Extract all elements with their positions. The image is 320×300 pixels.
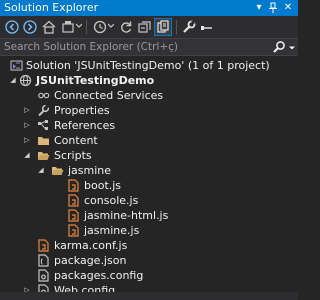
tree-item-jasmine-html-js[interactable]: jasmine-html.js: [0, 208, 298, 223]
tree-item-package-json[interactable]: package.json: [0, 253, 298, 268]
tree-item-label: Content: [54, 134, 98, 147]
search-icon[interactable]: [272, 40, 286, 54]
tree-item-references[interactable]: ▷ References: [0, 118, 298, 133]
js-file-icon: [67, 224, 80, 237]
tree-item-label: console.js: [84, 194, 139, 207]
js-file-icon: [37, 239, 50, 252]
tree-item-label: karma.conf.js: [54, 239, 128, 252]
solution-icon: [10, 59, 23, 72]
pending-changes-icon[interactable]: [92, 19, 108, 35]
refresh-icon[interactable]: [118, 19, 134, 35]
pin-icon[interactable]: [266, 0, 280, 16]
window-menu-dropdown-icon[interactable]: ▾: [252, 0, 266, 16]
tree-item-label: Scripts: [54, 149, 92, 162]
preview-icon[interactable]: [199, 19, 215, 35]
pending-changes-dropdown-icon[interactable]: [108, 22, 114, 30]
solution-view-icon[interactable]: [60, 19, 76, 35]
tree-item-solution[interactable]: Solution 'JSUnitTestingDemo' (1 of 1 pro…: [0, 58, 298, 73]
tree-item-label: packages.config: [54, 269, 144, 282]
open-folder-icon: [51, 164, 64, 177]
js-file-icon: [67, 194, 80, 207]
show-all-files-icon[interactable]: [154, 18, 172, 36]
forward-icon[interactable]: [22, 19, 38, 35]
tree-item-content[interactable]: ▷ Content: [0, 133, 298, 148]
tree-item-scripts[interactable]: ◢ Scripts: [0, 148, 298, 163]
tree-item-jasmine-js[interactable]: jasmine.js: [0, 223, 298, 238]
back-icon[interactable]: [4, 19, 20, 35]
expanded-arrow-icon[interactable]: ◢: [22, 148, 32, 163]
expanded-arrow-icon[interactable]: ◢: [8, 73, 18, 88]
search-input[interactable]: [0, 39, 270, 55]
tree-item-label: jasmine-html.js: [84, 209, 169, 222]
tree-item-label: JSUnitTestingDemo: [36, 74, 155, 87]
tree-item-packages-config[interactable]: packages.config: [0, 268, 298, 283]
wrench-icon: [37, 104, 50, 117]
panel-bottom-edge: [0, 292, 298, 300]
home-icon[interactable]: [41, 19, 57, 35]
tree-item-project[interactable]: ◢ JSUnitTestingDemo: [0, 73, 298, 88]
tree-item-label: Properties: [54, 104, 110, 117]
tree-item-label: package.json: [54, 254, 127, 267]
tree-item-label: jasmine: [68, 164, 112, 177]
tree-item-properties[interactable]: ▷ Properties: [0, 103, 298, 118]
toolbar: [0, 16, 298, 38]
tree-item-label: References: [54, 119, 116, 132]
tree-item-console-js[interactable]: console.js: [0, 193, 298, 208]
collapsed-arrow-icon[interactable]: ▷: [22, 133, 32, 148]
search-options-dropdown-icon[interactable]: [289, 45, 295, 51]
tree-item-boot-js[interactable]: boot.js: [0, 178, 298, 193]
tree-item-label: Solution 'JSUnitTestingDemo' (1 of 1 pro…: [26, 59, 270, 72]
search-bar: [0, 38, 298, 56]
connected-services-icon: [37, 89, 50, 102]
folder-icon: [37, 134, 50, 147]
js-file-icon: [67, 179, 80, 192]
tree-item-connected-services[interactable]: Connected Services: [0, 88, 298, 103]
tree-item-label: boot.js: [84, 179, 122, 192]
close-icon[interactable]: ✕: [281, 0, 295, 16]
solution-tree: Solution 'JSUnitTestingDemo' (1 of 1 pro…: [0, 56, 298, 297]
config-file-icon: [37, 269, 50, 282]
tree-item-jasmine[interactable]: ◢ jasmine: [0, 163, 298, 178]
tree-item-label: jasmine.js: [84, 224, 140, 237]
collapse-all-icon[interactable]: [137, 19, 153, 35]
window-title: Solution Explorer: [4, 1, 99, 14]
title-bar: Solution Explorer ▾ ✕: [0, 0, 298, 16]
toolbar-separator: [176, 20, 177, 34]
js-file-icon: [67, 209, 80, 222]
collapsed-arrow-icon[interactable]: ▷: [22, 118, 32, 133]
collapsed-arrow-icon[interactable]: ▷: [22, 103, 32, 118]
tree-item-karma-conf-js[interactable]: karma.conf.js: [0, 238, 298, 253]
web-project-icon: [19, 74, 32, 87]
tree-item-label: Connected Services: [54, 89, 164, 102]
toolbar-separator: [86, 20, 87, 34]
expanded-arrow-icon[interactable]: ◢: [36, 163, 46, 178]
solution-view-dropdown-icon[interactable]: [76, 22, 82, 30]
json-file-icon: [37, 254, 50, 267]
open-folder-icon: [37, 149, 50, 162]
properties-icon[interactable]: [181, 19, 197, 35]
references-icon: [37, 119, 50, 132]
